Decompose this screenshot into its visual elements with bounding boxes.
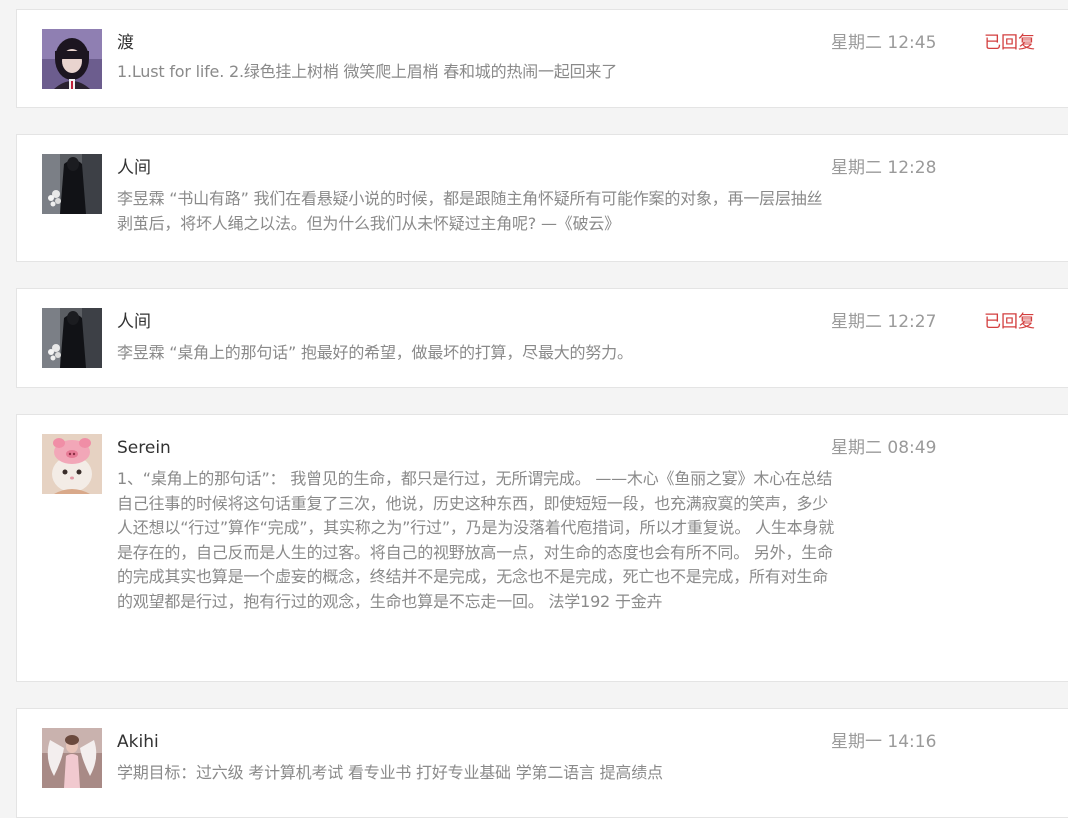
message-list: 渡 1.Lust for life. 2.绿色挂上树梢 微笑爬上眉梢 春和城的热… xyxy=(0,0,1068,818)
message-preview: 1、“桌角上的那句话”： 我曾见的生命，都只是行过，无所谓完成。 ——木心《鱼丽… xyxy=(117,469,835,611)
message-preview: 李昱霖 “书山有路” 我们在看悬疑小说的时候，都是跟随主角怀疑所有可能作案的对象… xyxy=(117,189,823,233)
replied-status: 已回复 xyxy=(984,312,1035,332)
angel-wings-avatar[interactable] xyxy=(42,728,102,788)
message-time: 星期二 12:45 xyxy=(831,33,937,53)
sender-name: 人间 xyxy=(117,158,151,178)
person-with-flowers-avatar[interactable] xyxy=(42,154,102,214)
sender-name: 渡 xyxy=(117,33,134,53)
cat-pig-hat-avatar[interactable] xyxy=(42,434,102,494)
message-time: 星期一 14:16 xyxy=(831,732,937,752)
girl-portrait-avatar[interactable] xyxy=(42,29,102,89)
message-preview: 1.Lust for life. 2.绿色挂上树梢 微笑爬上眉梢 春和城的热闹一… xyxy=(117,62,617,81)
message-card[interactable]: 人间 李昱霖 “书山有路” 我们在看悬疑小说的时候，都是跟随主角怀疑所有可能作案… xyxy=(16,134,1068,262)
sender-name: 人间 xyxy=(117,312,151,332)
message-preview: 学期目标：过六级 考计算机考试 看专业书 打好专业基础 学第二语言 提高绩点 xyxy=(117,763,663,782)
message-card[interactable]: Serein 1、“桌角上的那句话”： 我曾见的生命，都只是行过，无所谓完成。 … xyxy=(16,414,1068,682)
message-time: 星期二 08:49 xyxy=(831,438,937,458)
sender-name: Akihi xyxy=(117,732,159,752)
sender-name: Serein xyxy=(117,438,171,458)
message-preview: 李昱霖 “桌角上的那句话” 抱最好的希望，做最坏的打算，尽最大的努力。 xyxy=(117,343,633,362)
replied-status: 已回复 xyxy=(984,33,1035,53)
message-card[interactable]: 人间 李昱霖 “桌角上的那句话” 抱最好的希望，做最坏的打算，尽最大的努力。 星… xyxy=(16,288,1068,388)
person-with-flowers-avatar[interactable] xyxy=(42,308,102,368)
message-card[interactable]: Akihi 学期目标：过六级 考计算机考试 看专业书 打好专业基础 学第二语言 … xyxy=(16,708,1068,818)
message-card[interactable]: 渡 1.Lust for life. 2.绿色挂上树梢 微笑爬上眉梢 春和城的热… xyxy=(16,9,1068,108)
message-time: 星期二 12:27 xyxy=(831,312,937,332)
message-time: 星期二 12:28 xyxy=(831,158,937,178)
